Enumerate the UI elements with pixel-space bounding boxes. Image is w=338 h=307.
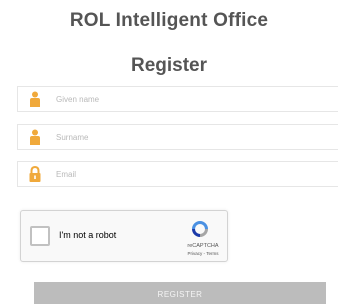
register-button[interactable]: REGISTER <box>34 282 326 304</box>
privacy-terms-link[interactable]: Privacy - Terms <box>181 251 225 256</box>
email-input[interactable] <box>56 162 316 186</box>
not-a-robot-checkbox[interactable] <box>30 226 50 246</box>
lock-icon <box>29 166 41 182</box>
form-heading: Register <box>130 55 208 76</box>
given-name-input[interactable] <box>56 87 316 111</box>
person-icon <box>30 91 40 107</box>
surname-field[interactable] <box>17 124 338 150</box>
person-icon <box>30 129 40 145</box>
recaptcha-widget: I'm not a robot reCAPTCHA Privacy - Term… <box>20 210 228 262</box>
email-field[interactable] <box>17 161 338 187</box>
given-name-field[interactable] <box>17 86 338 112</box>
captcha-label: I'm not a robot <box>59 230 117 240</box>
recaptcha-brand: reCAPTCHA <box>187 243 219 249</box>
page-title: ROL Intelligent Office <box>69 10 269 31</box>
recaptcha-logo-icon <box>192 221 208 237</box>
surname-input[interactable] <box>56 125 316 149</box>
